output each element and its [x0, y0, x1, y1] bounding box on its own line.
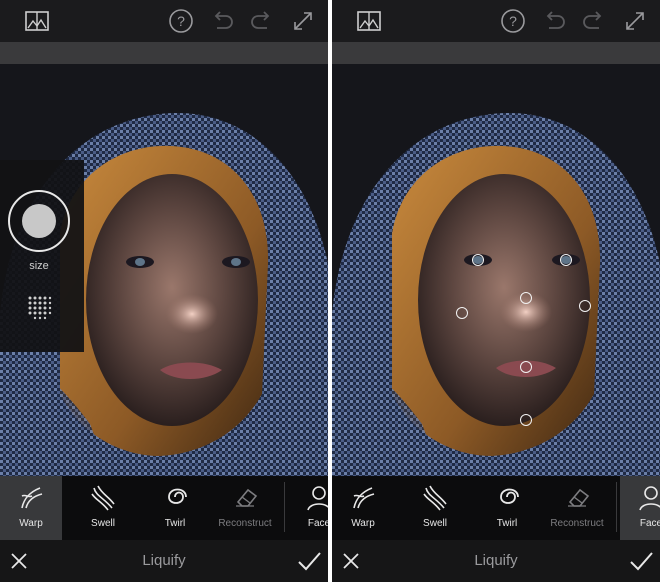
tool-face[interactable]: Face: [620, 476, 660, 540]
tool-swell[interactable]: Swell: [72, 476, 134, 540]
tool-warp-label: Warp: [19, 518, 43, 529]
tool-reconstruct[interactable]: Reconstruct: [546, 476, 608, 540]
face-icon: [639, 486, 660, 511]
face-handle-nose[interactable]: [520, 292, 532, 304]
twirl-icon: [500, 488, 519, 504]
eraser-icon: [236, 488, 258, 507]
tool-twirl-label: Twirl: [496, 518, 518, 529]
undo-icon[interactable]: [209, 8, 235, 34]
svg-text:?: ?: [177, 13, 185, 29]
screen-title: Liquify: [142, 552, 186, 569]
svg-text:?: ?: [509, 13, 517, 29]
expand-icon[interactable]: [622, 8, 648, 34]
warp-icon: [353, 487, 375, 509]
bottom-bar: Liquify: [0, 540, 328, 582]
top-bar: ?: [332, 0, 660, 42]
image-icon[interactable]: [24, 8, 50, 34]
tool-face-label: Face: [639, 518, 660, 529]
image-icon[interactable]: [356, 8, 382, 34]
tool-warp[interactable]: Warp: [332, 476, 394, 540]
liquify-toolbar: Warp Swell Twirl Reconstruct Face: [332, 476, 660, 540]
redo-icon[interactable]: [581, 8, 607, 34]
screen-title: Liquify: [474, 552, 518, 569]
brush-pressure-icon[interactable]: [26, 294, 52, 320]
tool-swell-label: Swell: [91, 518, 115, 529]
help-icon[interactable]: ?: [168, 8, 194, 34]
tool-warp[interactable]: Warp: [0, 476, 62, 540]
face-handle-mouth[interactable]: [520, 361, 532, 373]
toolbar-divider: [284, 482, 285, 532]
face-handle-left-eye[interactable]: [472, 254, 484, 266]
bottom-bar: Liquify: [332, 540, 660, 582]
undo-icon[interactable]: [541, 8, 567, 34]
brush-size-slider[interactable]: [8, 190, 70, 252]
tool-reconstruct-label: Reconstruct: [218, 518, 272, 529]
eraser-icon: [568, 488, 590, 507]
twirl-icon: [168, 488, 187, 504]
tool-twirl-label: Twirl: [164, 518, 186, 529]
top-bar: ?: [0, 0, 328, 42]
toolbar-divider: [616, 482, 617, 532]
swell-icon: [91, 485, 115, 511]
portrait-photo: [332, 64, 660, 476]
expand-icon[interactable]: [290, 8, 316, 34]
tool-face[interactable]: Face: [288, 476, 328, 540]
size-label: size: [29, 260, 49, 272]
face-handle-right-eye[interactable]: [560, 254, 572, 266]
checkmark-icon[interactable]: [628, 548, 654, 574]
brush-size-indicator: [22, 204, 56, 238]
photo-canvas[interactable]: [332, 64, 660, 476]
tool-twirl[interactable]: Twirl: [144, 476, 206, 540]
left-screen: ? size Warp Swell Twirl Reconstruct Face…: [0, 0, 328, 582]
tool-reconstruct-label: Reconstruct: [550, 518, 604, 529]
canvas-header-strip: [0, 42, 328, 64]
photo-canvas[interactable]: size: [0, 64, 328, 476]
tool-twirl[interactable]: Twirl: [476, 476, 538, 540]
tool-face-label: Face: [307, 518, 328, 529]
help-icon[interactable]: ?: [500, 8, 526, 34]
face-handle-left-cheek[interactable]: [456, 307, 468, 319]
face-icon: [307, 486, 328, 511]
redo-icon[interactable]: [249, 8, 275, 34]
tool-swell-label: Swell: [423, 518, 447, 529]
warp-icon: [21, 487, 43, 509]
brush-size-panel: size: [0, 160, 84, 352]
tool-reconstruct[interactable]: Reconstruct: [214, 476, 276, 540]
tool-swell[interactable]: Swell: [404, 476, 466, 540]
face-handle-chin[interactable]: [520, 414, 532, 426]
liquify-toolbar: Warp Swell Twirl Reconstruct Face: [0, 476, 328, 540]
swell-icon: [423, 485, 447, 511]
canvas-header-strip: [332, 42, 660, 64]
face-handle-right-cheek[interactable]: [579, 300, 591, 312]
checkmark-icon[interactable]: [296, 548, 322, 574]
tool-warp-label: Warp: [351, 518, 375, 529]
right-screen: ? Warp Swell Twirl Reconstruct Face Liqu…: [332, 0, 660, 582]
